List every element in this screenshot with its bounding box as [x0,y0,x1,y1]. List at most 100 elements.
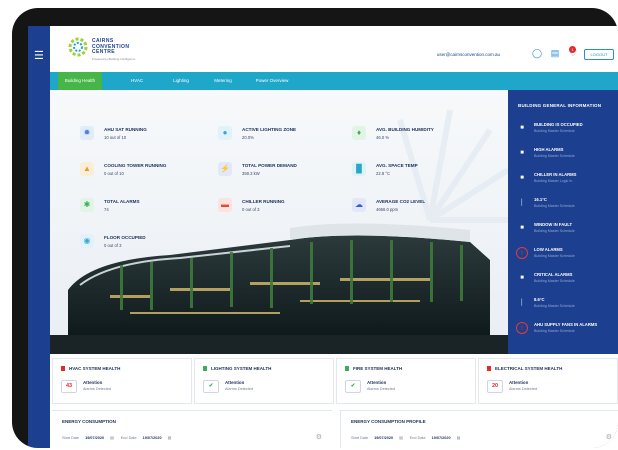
info-item[interactable]: ■ WINDOW IN FAULT Building Master Schedu… [516,220,618,244]
logout-button[interactable]: LOGOUT [584,49,614,60]
info-sub: Building Master Schedule [534,254,575,258]
health-status: Attention [225,380,245,385]
tab-hvac[interactable]: HVAC [124,72,150,90]
info-item[interactable]: ■ BUILDING IS OCCUPIED Building Master S… [516,120,618,144]
tab-power-overview[interactable]: Power Overview [250,72,294,90]
hvac-health-card[interactable]: HVAC SYSTEM HEALTH 43 Attention Alarms D… [52,358,192,404]
user-email[interactable]: user@cairnsconvention.com.au [437,52,500,57]
energy-title: ENERGY CONSUMPTION [62,419,116,424]
date-range: Start Date 19/07/2020 ▤ End Date 19/07/2020… [351,435,466,440]
tablet-frame: ☰ CAIRNS CONVENTION CENTRE Powered by Bu… [12,8,618,448]
info-panel-title: BUILDING GENERAL INFORMATION [518,103,602,108]
status-dot [487,366,491,371]
droplet-icon: ♦ [352,126,366,140]
kpi-value: 4666.0 ppm [376,207,399,212]
kpi-avg-building-humidity: ♦ AVG. BUILDING HUMIDITY 46.0 % [352,124,472,148]
fan-icon: ✹ [80,126,94,140]
info-label: CRITICAL ALARMS [534,272,573,277]
lighting-health-card[interactable]: LIGHTING SYSTEM HEALTH ✔ Attention Alarm… [194,358,334,404]
kpi-value: 0 out of 3 [242,207,260,212]
info-label: LOW ALARMS [534,247,563,252]
info-item[interactable]: │ 16.1°C Building Master Schedule [516,195,618,219]
thermometer-icon: │ [520,200,524,206]
tab-metering[interactable]: Metering [208,72,238,90]
gear-icon[interactable]: ⚙ [316,433,322,441]
calendar-icon[interactable]: ▤ [110,436,114,440]
calendar-icon[interactable]: ▤ [399,436,403,440]
status-dot [345,366,349,371]
alarm-count-badge: 43 [61,380,77,393]
chiller-icon: ▬ [218,198,232,212]
logo-text: CAIRNS CONVENTION CENTRE [92,38,129,56]
kpi-title: AVERAGE CO2 LEVEL [376,199,426,204]
kpi-value: 359.3 kW [242,171,260,176]
cloud-icon: ☁ [352,198,366,212]
info-sub: Building Master Schedule [534,329,575,333]
info-item[interactable]: ■ CRITICAL ALARMS Building Master Schedu… [516,270,618,294]
date-range: Start Date 19/07/2020 ▤ End Date 19/07/2020… [62,435,177,440]
calendar-icon[interactable]: ▤ [457,436,461,440]
kpi-title: AHU SAT RUNNING [104,127,147,132]
kpi-value: 74 [104,207,109,212]
info-label: WINDOW IN FAULT [534,222,573,227]
end-date-label: End Date [409,436,426,440]
health-sub: Alarms Detected [509,387,538,391]
info-item[interactable]: ! LOW ALARMS Building Master Schedule [516,245,618,269]
health-title: ELECTRICAL SYSTEM HEALTH [495,366,563,371]
check-icon: ✔ [345,380,361,393]
tab-building-health[interactable]: Building Health [58,72,102,90]
end-date-label: End Date [120,436,137,440]
kpi-value: 22.8 °C [376,171,391,176]
tab-lighting[interactable]: Lighting [166,72,196,90]
start-date-field[interactable]: 19/07/2020 [85,436,104,440]
info-item[interactable]: ■ HIGH ALARMS Building Master Schedule [516,145,618,169]
end-date-field[interactable]: 19/07/2020 [143,436,162,440]
kpi-value: 10 out of 10 [104,135,127,140]
bell-icon: ■ [520,150,524,156]
bell-icon: ■ [520,275,524,281]
calendar-icon[interactable]: ▤ [550,48,560,58]
info-item[interactable]: │ 8.6°C Building Master Schedule [516,295,618,319]
kpi-total-alarms: ✱ TOTAL ALARMS 74 [80,196,200,220]
info-sub: Building Master Logic In [534,179,573,183]
alarm-count-badge: 20 [487,380,503,393]
window-icon: ■ [520,225,524,231]
app-header: CAIRNS CONVENTION CENTRE Powered by Buil… [50,26,618,72]
gear-icon[interactable]: ⚙ [606,433,612,441]
info-item[interactable]: ■ CHILLER IN ALARMS Building Master Logi… [516,170,618,194]
kpi-title: TOTAL ALARMS [104,199,140,204]
alert-icon: ! [516,322,528,334]
user-icon[interactable]: ◯ [532,48,542,58]
info-sub: Building Master Schedule [534,154,575,158]
menu-icon[interactable]: ☰ [34,51,44,62]
kpi-value: 20.0% [242,135,254,140]
logo[interactable]: CAIRNS CONVENTION CENTRE Powered by Buil… [68,36,146,64]
kpi-average-co2-level: ☁ AVERAGE CO2 LEVEL 4666.0 ppm [352,196,472,220]
kpi-title: ACTIVE LIGHTING ZONE [242,127,297,132]
health-status: Attention [83,380,103,385]
electrical-health-card[interactable]: ELECTRICAL SYSTEM HEALTH 20 Attention Al… [478,358,618,404]
fire-health-card[interactable]: FIRE SYSTEM HEALTH ✔ Attention Alarms De… [336,358,476,404]
info-sub: Building Master Schedule [534,204,575,208]
info-sub: Building Master Schedule [534,229,575,233]
info-sub: Building Master Schedule [534,304,575,308]
thermometer-icon: █ [352,162,366,176]
start-date-field[interactable]: 19/07/2020 [374,436,393,440]
info-item[interactable]: ! AHU SUPPLY FANS IN ALARMS Building Mas… [516,320,618,344]
nav-tabs: Building Health HVAC Lighting Metering P… [50,72,618,90]
floor-icon: ◉ [80,234,94,248]
alert-icon: ! [516,247,528,259]
logo-tagline: Powered by Building Intelligence [92,57,136,61]
building-icon: ■ [520,125,524,131]
start-date-label: Start Date [62,436,80,440]
logo-mark-icon [68,37,88,57]
health-status: Attention [509,380,529,385]
bolt-icon: ⚡ [218,162,232,176]
info-sub: Building Master Schedule [534,129,575,133]
health-sub: Alarms Detected [83,387,112,391]
calendar-icon[interactable]: ▤ [168,436,172,440]
kpi-value: 0 out of 3 [104,243,122,248]
logo-line: CENTRE [92,49,115,55]
health-title: LIGHTING SYSTEM HEALTH [211,366,272,371]
end-date-field[interactable]: 19/07/2020 [432,436,451,440]
